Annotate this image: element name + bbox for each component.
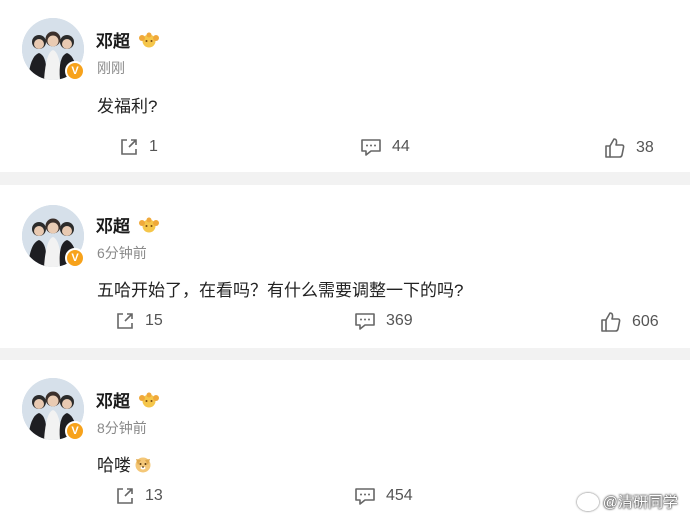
repost-icon [121,139,137,155]
repost-icon [117,488,133,504]
comment-text-body: 发福利? [97,97,158,116]
username-row: 邓超 [96,387,160,412]
weibo-logo-icon [576,492,599,511]
separator [0,348,690,360]
action-bar: 1 44 38 [0,137,690,163]
comment-count: 44 [392,138,410,155]
comment-text-body: 哈喽 [97,456,131,475]
comment-count: 454 [386,487,413,504]
comment-count: 369 [386,312,413,329]
repost-count: 15 [145,312,163,329]
crown-icon [139,217,159,232]
watermark: @清研同学 [576,491,678,512]
like-count: 606 [632,313,659,330]
verified-badge-icon: V [65,421,85,441]
thumbs-up-icon [601,312,621,332]
comment-button[interactable]: 454 [354,486,413,506]
like-button[interactable]: 606 [600,311,659,333]
thumbs-up-icon [605,138,625,158]
watermark-text: @清研同学 [602,494,678,511]
like-button[interactable]: 38 [604,137,654,159]
repost-button[interactable]: 15 [115,311,163,331]
comment-text: 发福利? [97,92,157,117]
comment-text-body: 五哈开始了，在看吗？有什么需要调整一下的吗? [97,281,464,300]
comment-icon [355,488,375,505]
repost-icon [117,313,133,329]
avatar[interactable]: V [22,378,85,441]
username-row: 邓超 [96,212,160,237]
comment-text: 五哈开始了，在看吗？有什么需要调整一下的吗? [97,276,463,301]
comment-icon [355,313,375,330]
like-count: 38 [636,139,654,156]
username-row: 邓超 [96,27,160,52]
repost-button[interactable]: 1 [119,137,158,157]
comment-icon [361,139,381,156]
crown-icon [139,32,159,47]
timestamp: 8分钟前 [97,420,147,436]
repost-count: 13 [145,487,163,504]
crown-icon [139,392,159,407]
username[interactable]: 邓超 [96,387,130,412]
verified-badge-icon: V [65,61,85,81]
repost-button[interactable]: 13 [115,486,163,506]
username[interactable]: 邓超 [96,27,130,52]
avatar[interactable]: V [22,205,85,268]
repost-count: 1 [149,138,158,155]
action-bar: 15 369 606 [0,311,690,337]
avatar[interactable]: V [22,18,85,81]
username[interactable]: 邓超 [96,212,130,237]
timestamp: 6分钟前 [97,245,147,261]
separator [0,172,690,185]
comment-button[interactable]: 369 [354,311,413,331]
timestamp: 刚刚 [97,60,125,76]
weibo-comment-feed: V 邓超 刚刚 发福利? 1 44 38 V 邓超 6分钟前 五哈开始了，在看吗… [0,0,690,519]
comment-button[interactable]: 44 [360,137,410,157]
dog-emoji-icon [135,457,151,472]
comment-text: 哈喽 [97,451,153,476]
verified-badge-icon: V [65,248,85,268]
